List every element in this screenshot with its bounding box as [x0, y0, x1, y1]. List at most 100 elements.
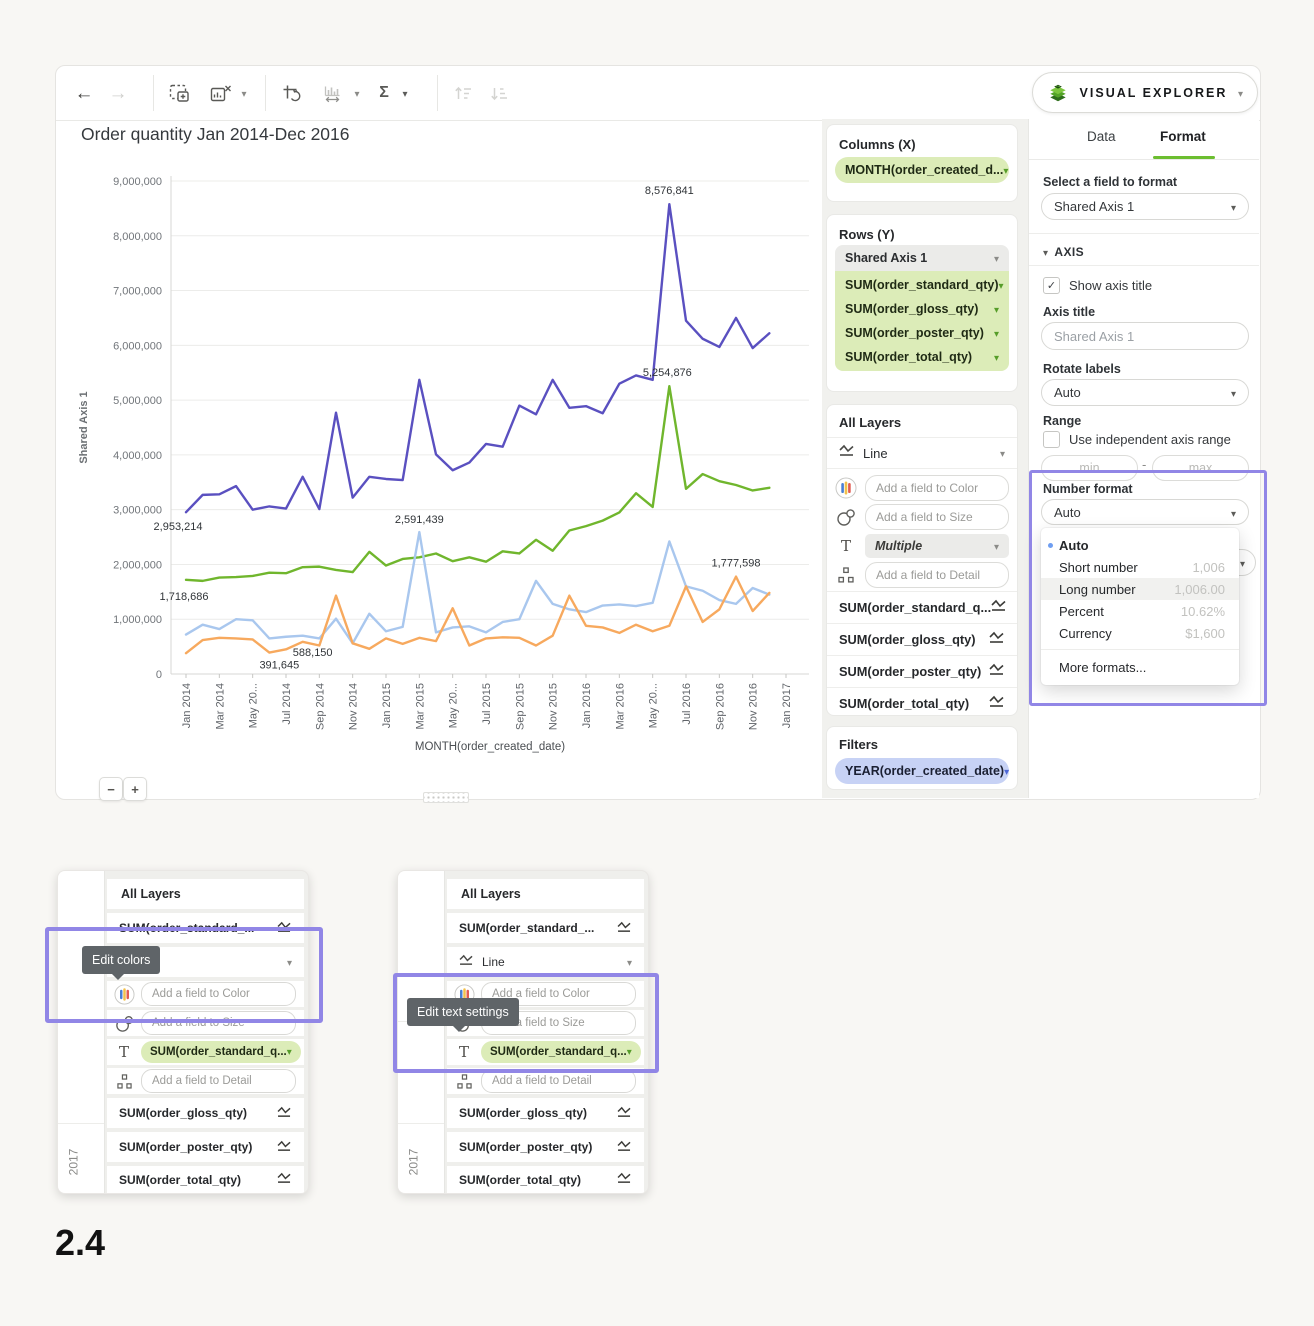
tab-format[interactable]: Format [1160, 129, 1206, 144]
axis-title-input[interactable]: Shared Axis 1 [1041, 322, 1249, 350]
panel-resize-handle[interactable] [423, 792, 469, 803]
chevron-down-icon[interactable] [1004, 764, 1009, 778]
number-format-select[interactable]: Auto [1041, 499, 1249, 525]
columns-pill-month[interactable]: MONTH(order_created_d... [835, 157, 1009, 183]
text-icon[interactable] [835, 535, 857, 557]
columns-shelf: Columns (X) MONTH(order_created_d... [826, 124, 1018, 202]
layer-item-gloss[interactable]: SUM(order_gloss_qty) [447, 1098, 644, 1128]
menu-item-currency[interactable]: Currency $1,600 [1041, 622, 1239, 644]
rows-pill-poster-qty[interactable]: SUM(order_poster_qty) [835, 321, 1009, 345]
detail-field-input[interactable]: Add a field to Detail [141, 1069, 296, 1093]
menu-item-label: Percent [1059, 604, 1104, 619]
detail-icon[interactable] [835, 564, 857, 586]
detail-icon[interactable] [113, 1070, 135, 1092]
layer-item-gloss[interactable]: SUM(order_gloss_qty) [107, 1098, 304, 1128]
layer-item-standard[interactable]: SUM(order_standard_q... [827, 591, 1017, 622]
visual-explorer-menu-button[interactable]: VISUAL EXPLORER [1032, 72, 1258, 113]
back-icon[interactable] [70, 79, 98, 107]
chart-type-select[interactable]: Line [447, 947, 644, 977]
layer-item-total[interactable]: SUM(order_total_qty) [107, 1166, 304, 1193]
duplicate-chart-icon[interactable] [164, 79, 194, 107]
rotate-labels-select[interactable]: Auto [1041, 379, 1249, 406]
detail-field-input[interactable]: Add a field to Detail [481, 1069, 636, 1093]
layer-item-poster[interactable]: SUM(order_poster_qty) [447, 1132, 644, 1162]
bar-width-icon[interactable] [318, 79, 348, 107]
size-field-input[interactable]: Add a field to Size [141, 1011, 296, 1035]
panel-tabs: Data Format [1029, 119, 1259, 160]
filter-pill-year[interactable]: YEAR(order_created_date) [835, 758, 1009, 784]
text-field-select[interactable]: Multiple [865, 534, 1009, 558]
size-field-input[interactable]: Add a field to Size [865, 504, 1009, 530]
detail-field-input[interactable]: Add a field to Detail [865, 562, 1009, 588]
shared-axis-pill[interactable]: Shared Axis 1 [835, 245, 1009, 271]
range-min-input[interactable]: min [1041, 455, 1138, 481]
independent-range-checkbox[interactable] [1043, 431, 1060, 448]
bar-width-caret-icon[interactable] [349, 79, 365, 107]
text-icon[interactable] [113, 1041, 135, 1063]
color-field-input[interactable]: Add a field to Color [141, 982, 296, 1006]
layer-item-total[interactable]: SUM(order_total_qty) [827, 687, 1017, 718]
detail-icon[interactable] [453, 1070, 475, 1092]
all-layers-title: All Layers [107, 879, 304, 909]
menu-item-more-formats[interactable]: More formats... [1041, 655, 1239, 679]
svg-text:Jan 2014: Jan 2014 [181, 683, 193, 728]
svg-text:Nov 2015: Nov 2015 [548, 683, 560, 730]
zoom-in-button[interactable]: + [123, 777, 147, 801]
color-field-input[interactable]: Add a field to Color [865, 475, 1009, 501]
rows-shelf: Rows (Y) Shared Axis 1 SUM(order_standar… [826, 214, 1018, 392]
select-value: Auto [1054, 385, 1081, 400]
size-icon[interactable] [113, 1012, 135, 1034]
axis-section-header[interactable]: AXIS [1043, 245, 1084, 259]
menu-item-short-number[interactable]: Short number 1,006 [1041, 556, 1239, 578]
svg-text:Mar 2016: Mar 2016 [614, 683, 626, 729]
layer-item-standard[interactable]: SUM(order_standard_... [447, 913, 644, 943]
show-axis-title-checkbox[interactable] [1043, 277, 1060, 294]
chevron-down-icon[interactable] [1003, 163, 1008, 177]
zoom-out-button[interactable]: − [99, 777, 123, 801]
sort-descending-icon [484, 79, 514, 107]
field-to-format-select[interactable]: Shared Axis 1 [1041, 193, 1249, 220]
pill-label: SUM(order_gloss_qty) [845, 302, 978, 316]
chevron-down-icon[interactable] [994, 326, 999, 340]
chart-type-select[interactable]: Line [827, 438, 1017, 468]
rows-pill-gloss-qty[interactable]: SUM(order_gloss_qty) [835, 297, 1009, 321]
transpose-axes-icon[interactable] [276, 79, 306, 107]
chevron-down-icon[interactable] [994, 302, 999, 316]
color-icon[interactable] [113, 983, 135, 1005]
range-max-input[interactable]: max [1152, 455, 1249, 481]
chevron-down-icon[interactable] [999, 278, 1004, 292]
aggregate-sigma-icon[interactable] [374, 79, 394, 107]
menu-item-auto[interactable]: Auto [1041, 534, 1239, 556]
color-icon[interactable] [835, 477, 857, 499]
chevron-down-icon[interactable] [994, 539, 999, 553]
svg-text:5,000,000: 5,000,000 [113, 395, 162, 407]
rows-pill-standard-qty[interactable]: SUM(order_standard_qty) [835, 273, 1009, 297]
rows-pill-total-qty[interactable]: SUM(order_total_qty) [835, 345, 1009, 369]
layer-item-poster[interactable]: SUM(order_poster_qty) [107, 1132, 304, 1162]
remove-chart-caret-icon[interactable] [236, 79, 252, 107]
chevron-down-icon[interactable] [1000, 444, 1005, 462]
chevron-down-icon[interactable] [994, 251, 999, 265]
layer-item-poster[interactable]: SUM(order_poster_qty) [827, 655, 1017, 686]
size-icon[interactable] [835, 506, 857, 528]
layer-item-standard[interactable]: SUM(order_standard_... [107, 913, 304, 943]
tab-data[interactable]: Data [1087, 129, 1116, 144]
chart-type-label: Line [863, 446, 888, 461]
chart-edge-fragment: 2017 [398, 871, 445, 1193]
format-panel: Data Format Select a field to format Sha… [1028, 119, 1259, 798]
axis-measures: SUM(order_standard_qty) SUM(order_gloss_… [835, 271, 1009, 371]
aggregate-caret-icon[interactable] [397, 79, 413, 107]
menu-item-percent[interactable]: Percent 10.62% [1041, 600, 1239, 622]
menu-item-long-number[interactable]: Long number 1,006.00 [1041, 578, 1239, 600]
number-format-label: Number format [1043, 482, 1133, 496]
edit-text-settings-tooltip: Edit text settings [407, 998, 519, 1026]
text-icon[interactable] [453, 1041, 475, 1063]
chevron-down-icon[interactable] [994, 350, 999, 364]
layer-item-total[interactable]: SUM(order_total_qty) [447, 1166, 644, 1193]
text-field-select[interactable]: SUM(order_standard_q... [481, 1041, 641, 1063]
remove-chart-icon[interactable] [206, 79, 236, 107]
text-field-select[interactable]: SUM(order_standard_q... [141, 1041, 301, 1063]
gridline [58, 1021, 104, 1022]
layer-item-gloss[interactable]: SUM(order_gloss_qty) [827, 623, 1017, 654]
range-label: Range [1043, 414, 1081, 428]
